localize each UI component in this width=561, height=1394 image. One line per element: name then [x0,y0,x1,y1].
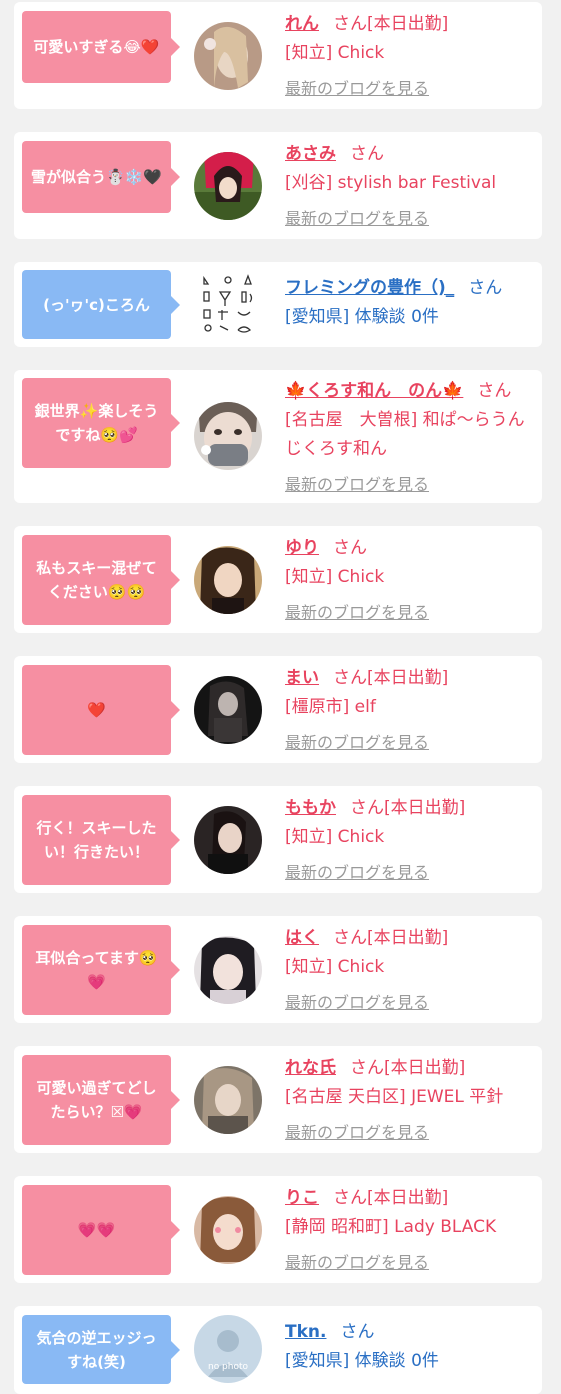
cast-info: まい さん[本日出勤] [橿原市] elf 最新のブログを見る [285,664,532,758]
comment-card: 行く！スキーしたい！行きたい！ ももか さん[本日出勤] [知立] Chick 最… [14,786,542,893]
name-suffix: さん [333,538,367,558]
cast-name-link[interactable]: 🍁くろす和ん のん🍁 [285,381,463,401]
user-info: Tkn. さん [愛知県] 体験談 0件 [285,1318,532,1376]
avatar[interactable] [194,402,262,470]
blog-link[interactable]: 最新のブログを見る [285,1248,429,1277]
cast-name-link[interactable]: はく [285,928,319,948]
blog-link[interactable]: 最新のブログを見る [285,728,429,757]
name-suffix: さん [340,1322,375,1342]
comment-card: ❤️ まい さん[本日出勤] [橿原市] elf 最新のブログを見る [14,656,542,763]
cast-name-link[interactable]: ゆり [285,538,319,558]
avatar[interactable] [194,676,262,744]
shop-label: [刈谷] stylish bar Festival [285,173,497,193]
review-count-label: [愛知県] 体験談 0件 [285,1351,439,1371]
name-suffix: さん[本日出勤] [333,668,449,688]
name-suffix: さん[本日出勤] [333,928,449,948]
cast-info: れな氏 さん[本日出勤] [名古屋 天白区] JEWEL 平針 最新のブログを見る [285,1054,532,1148]
avatar[interactable] [194,936,262,1004]
comment-card: 可愛いすぎる😂❤️ れん さん[本日出勤] [知立] Chick 最新のブログを見… [14,2,542,109]
name-suffix: さん[本日出勤] [350,798,466,818]
cast-info: 🍁くろす和ん のん🍁 さん [名古屋 大曽根] 和ぱ〜らうんじくろす和ん 最新のブ… [285,377,532,500]
cast-name-link[interactable]: あさみ [285,144,336,164]
comment-card: 可愛い過ぎてどしたらい？☒💗 れな氏 さん[本日出勤] [名古屋 天白区] JEW… [14,1046,542,1153]
comment-card: 私もスキー混ぜてください🥺🥺 ゆり さん [知立] Chick 最新のブログを見る [14,526,542,633]
cast-name-link[interactable]: れん [285,14,319,34]
blog-link[interactable]: 最新のブログを見る [285,598,429,627]
cast-name-link[interactable]: ももか [285,798,336,818]
shop-label: [知立] Chick [285,567,385,587]
comment-bubble: 私もスキー混ぜてください🥺🥺 [22,535,180,625]
avatar[interactable] [194,1066,262,1134]
cast-info: ももか さん[本日出勤] [知立] Chick 最新のブログを見る [285,794,532,888]
blog-link[interactable]: 最新のブログを見る [285,988,429,1017]
no-photo-label: no photo [208,1362,249,1372]
name-suffix: さん[本日出勤] [350,1058,466,1078]
avatar[interactable] [194,806,262,874]
shop-label: [橿原市] elf [285,697,376,717]
name-suffix: さん[本日出勤] [333,1188,449,1208]
comment-card: 💗💗 りこ さん[本日出勤] [静岡 昭和町] Lady BLACK 最新のブログ… [14,1176,542,1283]
user-name-link[interactable]: フレミングの豊作（)_ [285,278,454,298]
comment-bubble: ❤️ [22,665,180,755]
avatar[interactable] [194,152,262,220]
name-suffix: さん [350,144,384,164]
blog-link[interactable]: 最新のブログを見る [285,858,429,887]
cast-info: はく さん[本日出勤] [知立] Chick 最新のブログを見る [285,924,532,1018]
comment-bubble: (っ'ヮ'c)ころん [22,270,180,339]
avatar[interactable] [194,546,262,614]
blog-link[interactable]: 最新のブログを見る [285,1118,429,1147]
blog-link[interactable]: 最新のブログを見る [285,74,429,103]
name-suffix: さん[本日出勤] [333,14,449,34]
cast-name-link[interactable]: りこ [285,1188,319,1208]
cast-info: れん さん[本日出勤] [知立] Chick 最新のブログを見る [285,10,532,104]
placeholder-avatar-icon[interactable]: no photo [194,1315,262,1383]
comment-bubble: 気合の逆エッジっすね(笑) [22,1315,180,1384]
comment-card: 耳似合ってます🥺💗 はく さん[本日出勤] [知立] Chick 最新のブログを見… [14,916,542,1023]
user-name-link[interactable]: Tkn. [285,1322,326,1342]
shop-label: [知立] Chick [285,957,385,977]
cast-info: ゆり さん [知立] Chick 最新のブログを見る [285,534,532,628]
comment-bubble: 耳似合ってます🥺💗 [22,925,180,1015]
blog-link[interactable]: 最新のブログを見る [285,470,429,499]
cast-name-link[interactable]: まい [285,668,319,688]
cast-info: りこ さん[本日出勤] [静岡 昭和町] Lady BLACK 最新のブログを見る [285,1184,532,1278]
name-suffix: さん [468,278,503,298]
user-info: フレミングの豊作（)_ さん [愛知県] 体験談 0件 [285,274,532,332]
cast-info: あさみ さん [刈谷] stylish bar Festival 最新のブログを見… [285,140,532,234]
comment-bubble: 💗💗 [22,1185,180,1275]
shop-label: [知立] Chick [285,43,385,63]
comment-bubble: 可愛い過ぎてどしたらい？☒💗 [22,1055,180,1145]
name-suffix: さん [477,381,512,401]
comment-card: 銀世界✨楽しそうですね🥺💕 🍁くろす和ん のん🍁 さん [名古屋 大曽根] 和ぱ〜… [14,370,542,503]
shop-label: [名古屋 大曽根] 和ぱ〜らうんじくろす和ん [285,410,525,459]
comment-bubble: 銀世界✨楽しそうですね🥺💕 [22,378,180,468]
blog-link[interactable]: 最新のブログを見る [285,204,429,233]
avatar[interactable] [194,1196,262,1264]
shop-label: [静岡 昭和町] Lady BLACK [285,1217,497,1237]
comment-card: (っ'ヮ'c)ころん フレミングの豊作（)_ さん [愛知県] 体験談 0件 [14,262,542,347]
comment-bubble: 可愛いすぎる😂❤️ [22,11,180,83]
cast-name-link[interactable]: れな氏 [285,1058,336,1078]
review-count-label: [愛知県] 体験談 0件 [285,307,439,327]
shop-label: [知立] Chick [285,827,385,847]
comment-card: 雪が似合う☃️❄️🖤 あさみ さん [刈谷] stylish bar Festiv… [14,132,542,239]
shop-label: [名古屋 天白区] JEWEL 平針 [285,1087,504,1107]
comment-bubble: 雪が似合う☃️❄️🖤 [22,141,180,213]
comment-card: 気合の逆エッジっすね(笑) no photo Tkn. さん [愛知県] 体験談 … [14,1306,542,1394]
comment-bubble: 行く！スキーしたい！行きたい！ [22,795,180,885]
avatar[interactable] [194,22,262,90]
avatar[interactable] [194,270,262,338]
